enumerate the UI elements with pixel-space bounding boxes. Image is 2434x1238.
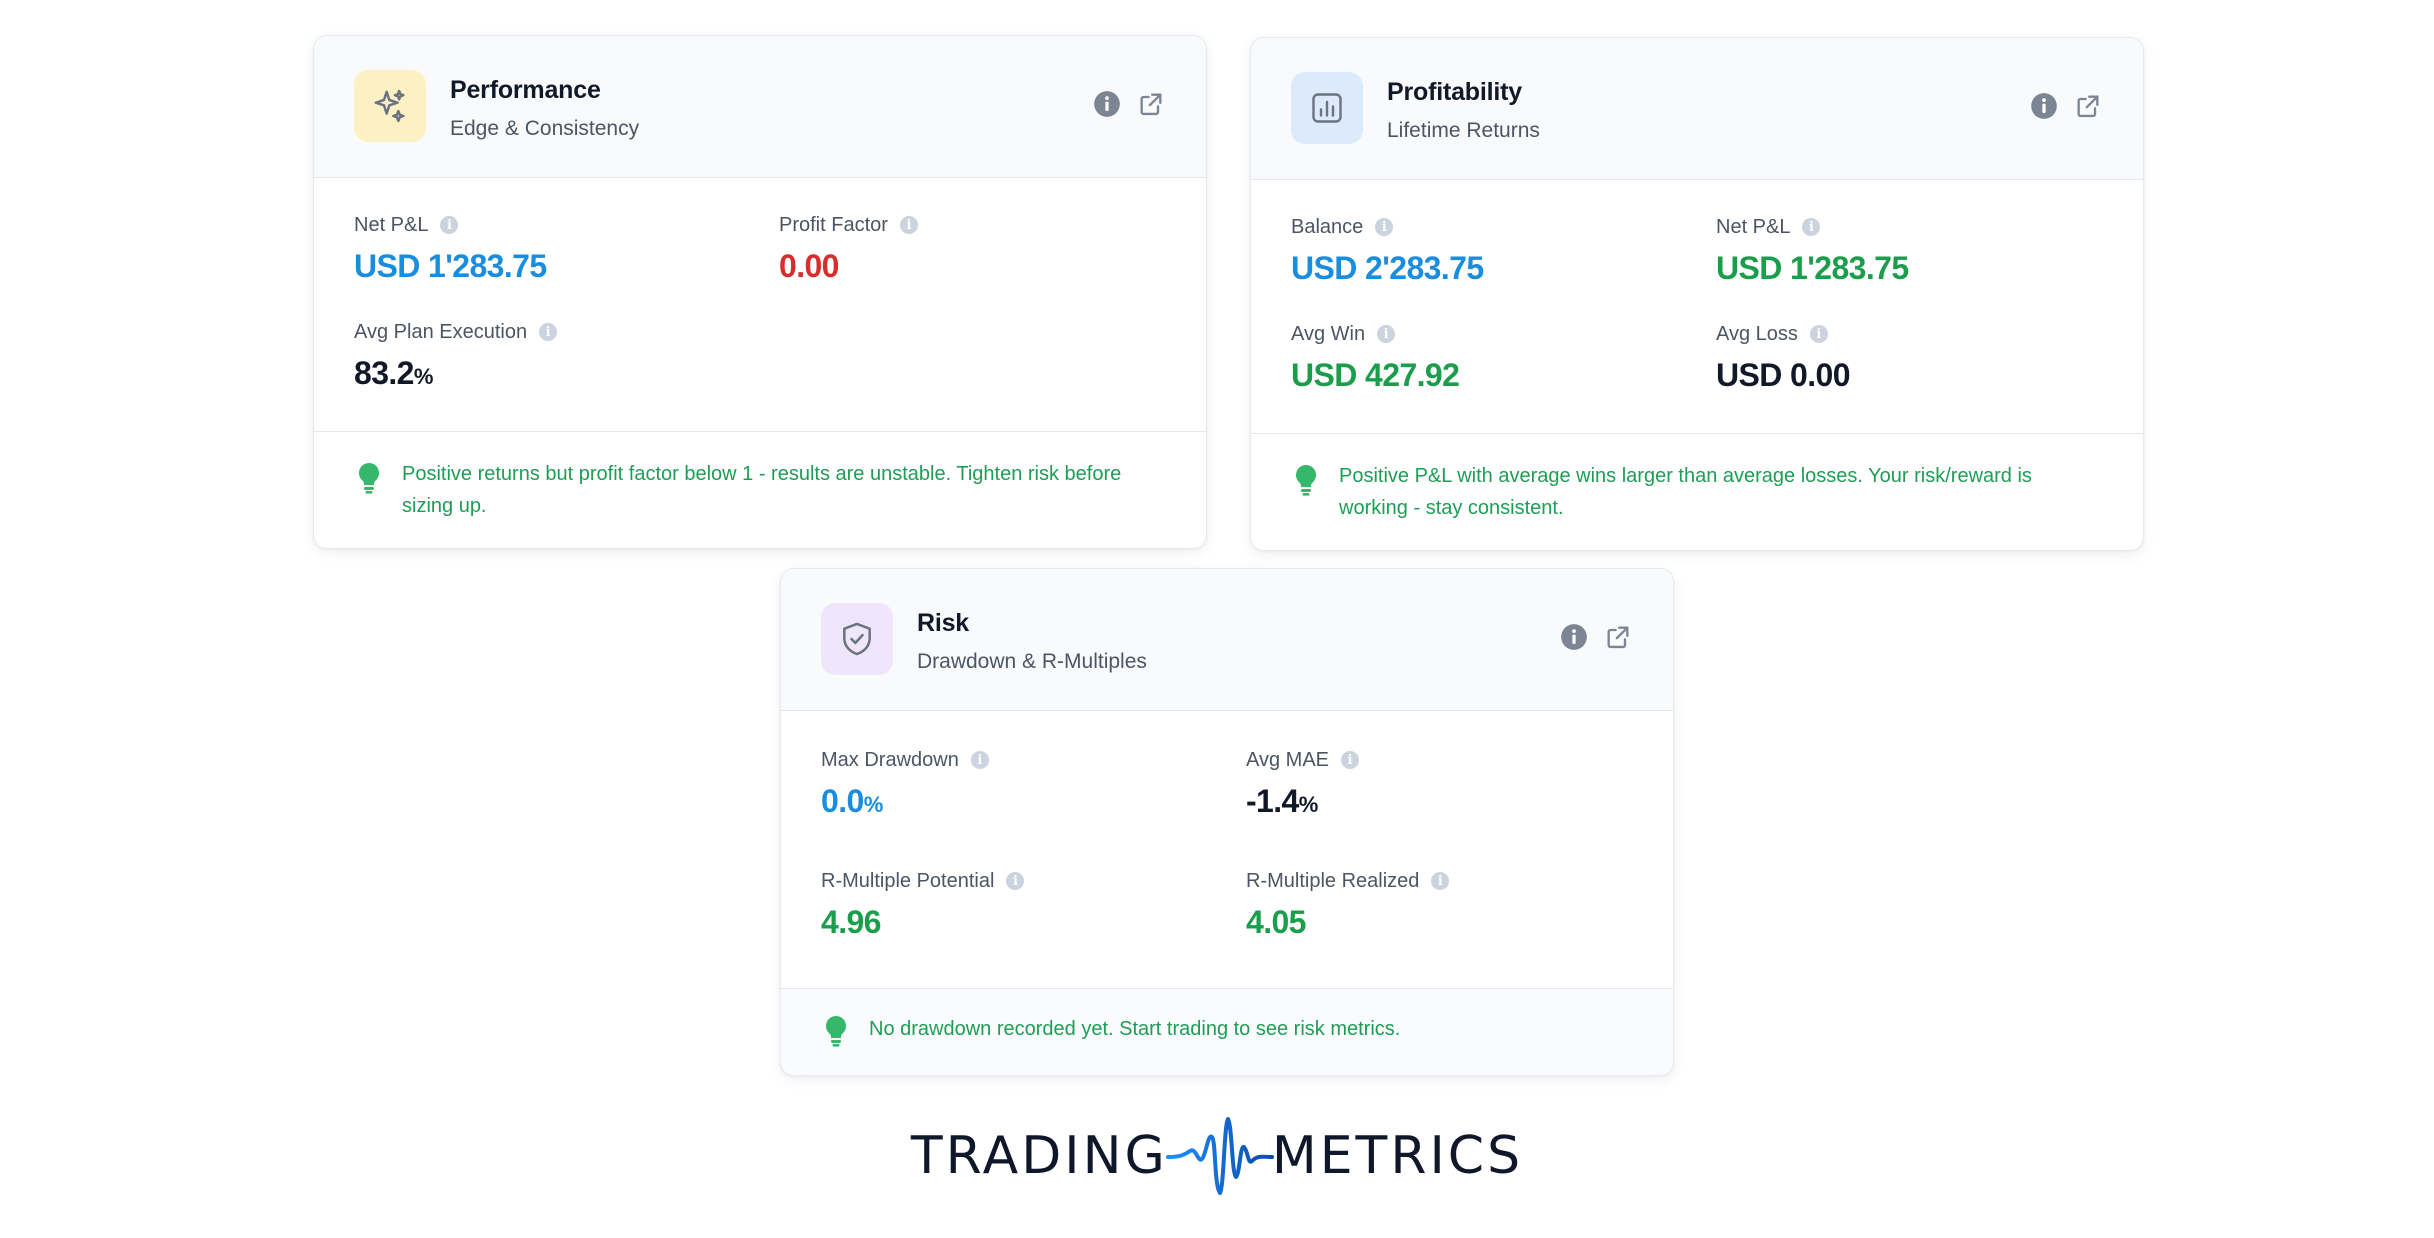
metric-label: Avg Plan Execution bbox=[354, 320, 528, 343]
metric-avg-plan-execution: Avg Plan Execution i 83.2% bbox=[354, 319, 754, 389]
metric-avg-loss: Avg Loss i USD 0.00 bbox=[1716, 321, 2116, 393]
profitability-metrics: Balance i USD 2'283.75 Net P&L i USD 1'283… bbox=[1251, 180, 2143, 434]
tip-text: Positive P&L with average wins larger th… bbox=[1339, 465, 2032, 519]
risk-tip: No drawdown recorded yet. Start trading … bbox=[781, 989, 1673, 1075]
open-external-button[interactable] bbox=[1136, 89, 1166, 119]
info-icon bbox=[1561, 624, 1587, 650]
info-button[interactable] bbox=[1559, 622, 1589, 652]
card-title: Performance bbox=[450, 76, 601, 104]
metric-value: 4.05 bbox=[1246, 904, 1306, 940]
metric-avg-mae: Avg MAE i -1.4% bbox=[1246, 747, 1646, 817]
profitability-card: Profitability Lifetime Returns Balance i … bbox=[1250, 37, 2144, 551]
card-subtitle: Edge & Consistency bbox=[450, 117, 640, 140]
metric-value: 0.00 bbox=[779, 248, 839, 284]
metric-value: USD 1'283.75 bbox=[1716, 250, 1909, 286]
bar-chart-icon bbox=[1291, 72, 1363, 144]
info-icon[interactable]: i bbox=[440, 216, 459, 234]
info-icon[interactable]: i bbox=[899, 216, 918, 234]
card-actions bbox=[1559, 622, 1633, 652]
info-icon[interactable]: i bbox=[539, 323, 558, 341]
external-link-icon bbox=[2077, 95, 2099, 118]
card-subtitle: Lifetime Returns bbox=[1387, 119, 1540, 142]
metric-label: Net P&L bbox=[354, 213, 429, 236]
metric-label: R-Multiple Potential bbox=[821, 869, 995, 892]
info-icon[interactable]: i bbox=[1431, 872, 1450, 890]
card-title: Profitability bbox=[1387, 78, 1522, 106]
metric-value: USD 427.92 bbox=[1291, 357, 1460, 393]
metric-value: USD 2'283.75 bbox=[1291, 250, 1484, 286]
metric-label: Avg Win bbox=[1291, 322, 1366, 345]
open-external-button[interactable] bbox=[2073, 91, 2103, 121]
metric-label: Profit Factor bbox=[779, 213, 888, 236]
tip-text: Positive returns but profit factor below… bbox=[402, 463, 1122, 517]
metric-net-pnl: Net P&L i USD 1'283.75 bbox=[354, 212, 754, 284]
metric-profit-factor: Profit Factor i 0.00 bbox=[779, 212, 1179, 282]
shield-check-icon bbox=[821, 603, 893, 675]
info-button[interactable] bbox=[2029, 91, 2059, 121]
profitability-card-header: Profitability Lifetime Returns bbox=[1251, 38, 2143, 180]
metric-value: 0.0 bbox=[821, 783, 864, 819]
metric-label: Max Drawdown bbox=[821, 748, 959, 771]
logo-word-left: TRADING bbox=[910, 1126, 1168, 1186]
metric-unit: % bbox=[863, 792, 884, 817]
performance-tip: Positive returns but profit factor below… bbox=[314, 432, 1206, 548]
info-icon[interactable]: i bbox=[1375, 218, 1394, 236]
info-icon bbox=[1094, 91, 1120, 117]
sparkles-icon bbox=[354, 70, 426, 142]
metric-balance: Balance i USD 2'283.75 bbox=[1291, 214, 1691, 286]
info-button[interactable] bbox=[1092, 89, 1122, 119]
risk-card: Risk Drawdown & R-Multiples Max Drawdown… bbox=[780, 568, 1674, 1076]
performance-card: Performance Edge & Consistency Net P&L i … bbox=[313, 35, 1207, 549]
info-icon[interactable]: i bbox=[1006, 872, 1025, 890]
metric-avg-win: Avg Win i USD 427.92 bbox=[1291, 321, 1691, 393]
waveform-icon bbox=[1165, 1117, 1274, 1195]
external-link-icon bbox=[1607, 626, 1629, 649]
metric-unit: % bbox=[413, 364, 434, 389]
metric-value: 83.2 bbox=[354, 355, 414, 391]
metric-unit: % bbox=[1298, 792, 1319, 817]
card-title: Risk bbox=[917, 609, 970, 637]
metric-r-multiple-potential: R-Multiple Potential i 4.96 bbox=[821, 868, 1221, 938]
logo-word-right: METRICS bbox=[1271, 1126, 1524, 1186]
info-icon[interactable]: i bbox=[1377, 325, 1396, 343]
risk-card-header: Risk Drawdown & R-Multiples bbox=[781, 569, 1673, 711]
info-icon[interactable]: i bbox=[1341, 751, 1359, 769]
lightbulb-icon bbox=[825, 1016, 847, 1047]
card-actions bbox=[2029, 91, 2103, 121]
metric-label: Avg Loss bbox=[1716, 322, 1798, 345]
metric-label: Balance bbox=[1291, 215, 1364, 238]
open-external-button[interactable] bbox=[1603, 622, 1633, 652]
metric-value: USD 0.00 bbox=[1716, 357, 1851, 393]
metric-value: -1.4 bbox=[1246, 783, 1299, 819]
lightbulb-icon bbox=[1295, 465, 1317, 496]
info-icon[interactable]: i bbox=[970, 751, 989, 769]
metric-value: USD 1'283.75 bbox=[354, 248, 547, 284]
external-link-icon bbox=[1140, 93, 1162, 116]
card-actions bbox=[1092, 89, 1166, 119]
performance-metrics: Net P&L i USD 1'283.75 Profit Factor i 0.0… bbox=[314, 178, 1206, 432]
info-icon[interactable]: i bbox=[1809, 325, 1828, 343]
trading-metrics-logo: TRADING METRICS bbox=[0, 1115, 2434, 1197]
risk-metrics: Max Drawdown i 0.0% Avg MAE i -1.4% R-Mult… bbox=[781, 711, 1673, 989]
metric-label: Net P&L bbox=[1716, 215, 1791, 238]
profitability-tip: Positive P&L with average wins larger th… bbox=[1251, 434, 2143, 550]
lightbulb-icon bbox=[358, 463, 380, 494]
metric-net-pnl: Net P&L i USD 1'283.75 bbox=[1716, 214, 2116, 286]
metric-label: Avg MAE bbox=[1246, 748, 1329, 771]
metric-value: 4.96 bbox=[821, 904, 881, 940]
performance-card-header: Performance Edge & Consistency bbox=[314, 36, 1206, 178]
info-icon bbox=[2031, 93, 2057, 119]
info-icon[interactable]: i bbox=[1802, 218, 1821, 236]
metric-r-multiple-realized: R-Multiple Realized i 4.05 bbox=[1246, 868, 1646, 938]
card-subtitle: Drawdown & R-Multiples bbox=[917, 650, 1147, 673]
metric-label: R-Multiple Realized bbox=[1246, 869, 1420, 892]
tip-text: No drawdown recorded yet. Start trading … bbox=[869, 1018, 1401, 1040]
metric-max-drawdown: Max Drawdown i 0.0% bbox=[821, 747, 1221, 817]
